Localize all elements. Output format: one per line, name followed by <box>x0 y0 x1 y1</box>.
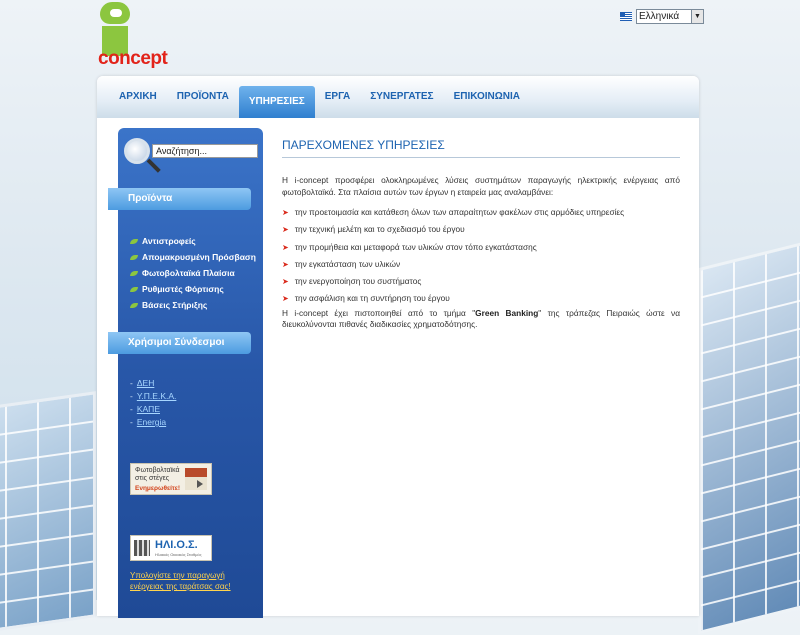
helios-subtitle: Ηλιακός Οικιακός Σταθμός <box>155 552 202 557</box>
sidebar: Προϊόντα Αντιστροφείς Απομακρυσμένη Πρόσ… <box>108 128 263 618</box>
link-dei[interactable]: ΔΕΗ <box>137 378 155 388</box>
leaf-icon <box>130 286 138 292</box>
product-item[interactable]: Αντιστροφείς <box>130 233 256 249</box>
arrow-right-icon: ➤ <box>282 259 289 269</box>
solar-panel-left-decoration <box>0 391 96 635</box>
search-input[interactable] <box>152 144 258 158</box>
site-logo[interactable]: concept <box>98 2 168 72</box>
list-item: ➤ την προετοιμασία και κατάθεση όλων των … <box>282 204 680 221</box>
nav-services[interactable]: ΥΠΗΡΕΣΙΕΣ <box>238 86 315 118</box>
page-title: ΠΑΡΕΧΟΜΕΝΕΣ ΥΠΗΡΕΣΙΕΣ <box>282 138 680 158</box>
leaf-icon <box>130 270 138 276</box>
product-item[interactable]: Φωτοβολταϊκά Πλαίσια <box>130 265 256 281</box>
solar-panel-icon <box>134 540 150 556</box>
list-item: ➤ την προμήθεια και μεταφορά των υλικών σ… <box>282 239 680 256</box>
list-item: ➤ την ασφάλιση και τη συντήρηση του έργου <box>282 290 680 307</box>
helios-name: ΗΛΙ.Ο.Σ. <box>155 539 198 551</box>
helios-banner[interactable]: ΗΛΙ.Ο.Σ. Ηλιακός Οικιακός Σταθμός <box>130 535 212 561</box>
link-item: - ΚΑΠΕ <box>130 404 160 414</box>
useful-links-header: Χρήσιμοι Σύνδεσμοι <box>108 332 251 354</box>
language-selected: Ελληνικά <box>639 11 680 22</box>
main-nav: ΑΡΧΙΚΗ ΠΡΟΪΟΝΤΑ ΥΠΗΡΕΣΙΕΣ ΕΡΓΑ ΣΥΝΕΡΓΑΤΕ… <box>97 76 699 118</box>
link-ypeka[interactable]: Υ.Π.Ε.Κ.Α. <box>137 391 177 401</box>
logo-i-icon <box>100 2 130 56</box>
list-item: ➤ την ενεργοποίηση του συστήματος <box>282 273 680 290</box>
useful-links-list: - ΔΕΗ - Υ.Π.Ε.Κ.Α. - ΚΑΠΕ - Energia <box>130 377 176 429</box>
greek-flag-icon <box>620 12 632 21</box>
product-item[interactable]: Απομακρυσμένη Πρόσβαση <box>130 249 256 265</box>
nav-partners[interactable]: ΣΥΝΕΡΓΑΤΕΣ <box>360 76 443 118</box>
link-kape[interactable]: ΚΑΠΕ <box>137 404 160 414</box>
arrow-right-icon: ➤ <box>282 277 289 287</box>
banner-text: Φωτοβολταϊκά στις στέγες <box>135 467 180 482</box>
rooftop-pv-banner[interactable]: Φωτοβολταϊκά στις στέγες Ενημερωθείτε! <box>130 463 212 495</box>
leaf-icon <box>130 254 138 260</box>
nav-contact[interactable]: ΕΠΙΚΟΙΝΩΝΙΑ <box>444 76 530 118</box>
main-container: ΑΡΧΙΚΗ ΠΡΟΪΟΝΤΑ ΥΠΗΡΕΣΙΕΣ ΕΡΓΑ ΣΥΝΕΡΓΑΤΕ… <box>97 76 699 618</box>
arrow-right-icon: ➤ <box>282 242 289 252</box>
logo-text: concept <box>98 48 168 69</box>
link-energia[interactable]: Energia <box>137 417 166 427</box>
nav-products[interactable]: ΠΡΟΪΟΝΤΑ <box>167 76 239 118</box>
list-item: ➤ την τεχνική μελέτη και το σχεδιασμό του… <box>282 221 680 238</box>
green-banking-label: Green Banking <box>475 307 539 318</box>
nav-projects[interactable]: ΕΡΓΑ <box>315 76 360 118</box>
link-item: - Υ.Π.Ε.Κ.Α. <box>130 391 177 401</box>
chevron-down-icon[interactable]: ▼ <box>691 10 703 23</box>
arrow-right-icon: ➤ <box>282 294 289 304</box>
products-header: Προϊόντα <box>108 188 251 210</box>
leaf-icon <box>130 238 138 244</box>
arrow-right-icon: ➤ <box>282 208 289 217</box>
services-list: ➤ την προετοιμασία και κατάθεση όλων των … <box>282 204 680 308</box>
solar-panel-right-decoration <box>698 231 800 635</box>
play-icon <box>197 480 203 488</box>
products-list: Αντιστροφείς Απομακρυσμένη Πρόσβαση Φωτο… <box>130 233 256 313</box>
link-item: - Energia <box>130 417 167 427</box>
banner-cta: Ενημερωθείτε! <box>135 485 181 492</box>
nav-home[interactable]: ΑΡΧΙΚΗ <box>109 76 167 118</box>
arrow-right-icon: ➤ <box>282 225 289 235</box>
energy-calculator-link[interactable]: Υπολογίστε την παραγωγή ενέργειας της τα… <box>130 570 260 592</box>
product-item[interactable]: Ρυθμιστές Φόρτισης <box>130 281 256 297</box>
main-content: ΠΑΡΕΧΟΜΕΝΕΣ ΥΠΗΡΕΣΙΕΣ Η i-concept προσφέ… <box>282 138 680 331</box>
intro-paragraph: Η i-concept προσφέρει ολοκληρωμένες λύσε… <box>282 175 680 197</box>
list-item: ➤ την εγκατάσταση των υλικών <box>282 256 680 273</box>
outro-paragraph: Η i-concept έχει πιστοποιηθεί από το τμή… <box>282 307 680 330</box>
house-icon <box>185 468 207 490</box>
product-item[interactable]: Βάσεις Στήριξης <box>130 297 256 313</box>
leaf-icon <box>130 302 138 308</box>
search-icon-handle <box>146 158 161 173</box>
language-selector[interactable]: Ελληνικά ▼ <box>620 9 704 24</box>
link-item: - ΔΕΗ <box>130 378 155 388</box>
language-dropdown[interactable]: Ελληνικά ▼ <box>636 9 704 24</box>
